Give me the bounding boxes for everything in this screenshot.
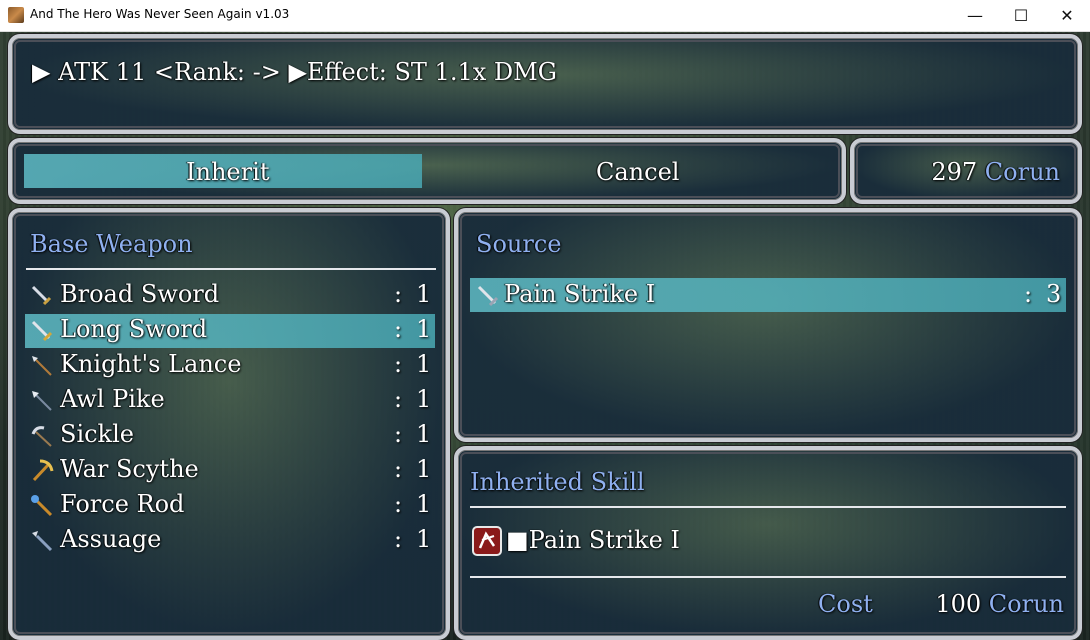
close-button[interactable]: ✕ (1044, 0, 1090, 31)
skill-icon (472, 526, 502, 556)
cost-amount: 100 (935, 590, 982, 618)
item-separator: : (394, 420, 403, 448)
pike-icon (32, 391, 52, 411)
item-separator: : (394, 350, 403, 378)
item-qty: 1 (416, 385, 432, 413)
base-weapon-window: Base Weapon Broad Sword : 1 Long Sword :… (8, 208, 450, 640)
item-qty: 1 (416, 280, 432, 308)
list-item[interactable]: Awl Pike : 1 (12, 383, 442, 417)
gold-window: 297 Corun (850, 138, 1082, 204)
cost-label: Cost (818, 590, 873, 618)
item-separator: : (394, 490, 403, 518)
app-icon (8, 7, 24, 23)
scythe-icon (32, 459, 54, 482)
divider (470, 576, 1066, 578)
item-name: War Scythe (60, 455, 199, 483)
base-weapon-heading: Base Weapon (30, 230, 193, 258)
item-separator: : (394, 385, 403, 413)
source-window: Source Pain Strike I : 3 (454, 208, 1082, 442)
item-name: Pain Strike I (504, 280, 656, 308)
title-bar: And The Hero Was Never Seen Again v1.03 … (0, 0, 1090, 32)
inherited-skill-window: Inherited Skill ■Pain Strike I Cost 100 … (454, 446, 1082, 640)
sword-icon (477, 285, 499, 307)
source-heading: Source (476, 230, 562, 258)
item-qty: 1 (416, 315, 432, 343)
item-qty: 1 (416, 420, 432, 448)
cancel-command[interactable]: Cancel (596, 158, 679, 186)
item-name: Long Sword (60, 315, 208, 343)
lance-icon (32, 356, 52, 376)
sword-icon (31, 285, 52, 306)
item-separator: : (394, 315, 403, 343)
item-qty: 1 (416, 350, 432, 378)
item-name: Sickle (60, 420, 134, 448)
divider (26, 268, 436, 270)
gold-display: 297 Corun (931, 158, 1060, 186)
command-window: Inherit Cancel (8, 138, 846, 204)
list-item[interactable]: Knight's Lance : 1 (12, 348, 442, 382)
item-separator: : (1024, 280, 1033, 308)
gold-amount: 297 (931, 158, 978, 186)
window-title: And The Hero Was Never Seen Again v1.03 (30, 7, 290, 21)
list-item[interactable]: Pain Strike I : 3 (458, 278, 1078, 312)
item-qty: 1 (416, 525, 432, 553)
minimize-button[interactable]: — (952, 0, 998, 31)
staff-icon (32, 531, 53, 552)
gold-currency: Corun (984, 158, 1060, 186)
item-name: Assuage (60, 525, 162, 553)
list-item[interactable]: Long Sword : 1 (12, 313, 442, 347)
cost-display: 100 Corun (935, 590, 1064, 618)
list-item[interactable]: Broad Sword : 1 (12, 278, 442, 312)
rod-icon (31, 495, 53, 517)
game-screen: ▶ ATK 11 <Rank: -> ▶Effect: ST 1.1x DMG … (0, 32, 1090, 640)
item-name: Awl Pike (60, 385, 165, 413)
item-qty: 1 (416, 490, 432, 518)
cost-currency: Corun (988, 590, 1064, 618)
list-item[interactable]: Force Rod : 1 (12, 488, 442, 522)
item-qty: 1 (416, 455, 432, 483)
inherited-skill-heading: Inherited Skill (470, 468, 645, 496)
item-name: Knight's Lance (60, 350, 242, 378)
maximize-button[interactable]: ☐ (998, 0, 1044, 31)
sword-icon (31, 320, 53, 342)
item-name: Force Rod (60, 490, 185, 518)
item-separator: : (394, 280, 403, 308)
item-separator: : (394, 525, 403, 553)
info-text: ▶ ATK 11 <Rank: -> ▶Effect: ST 1.1x DMG (32, 58, 557, 86)
sickle-icon (31, 426, 52, 447)
divider (470, 506, 1066, 508)
item-qty: 3 (1046, 280, 1062, 308)
item-name: Broad Sword (60, 280, 220, 308)
list-item[interactable]: War Scythe : 1 (12, 453, 442, 487)
inherit-command[interactable]: Inherit (186, 158, 269, 186)
list-item[interactable]: Assuage : 1 (12, 523, 442, 557)
inherited-skill-name: ■Pain Strike I (506, 526, 680, 554)
info-window: ▶ ATK 11 <Rank: -> ▶Effect: ST 1.1x DMG (8, 34, 1082, 134)
list-item[interactable]: Sickle : 1 (12, 418, 442, 452)
item-separator: : (394, 455, 403, 483)
